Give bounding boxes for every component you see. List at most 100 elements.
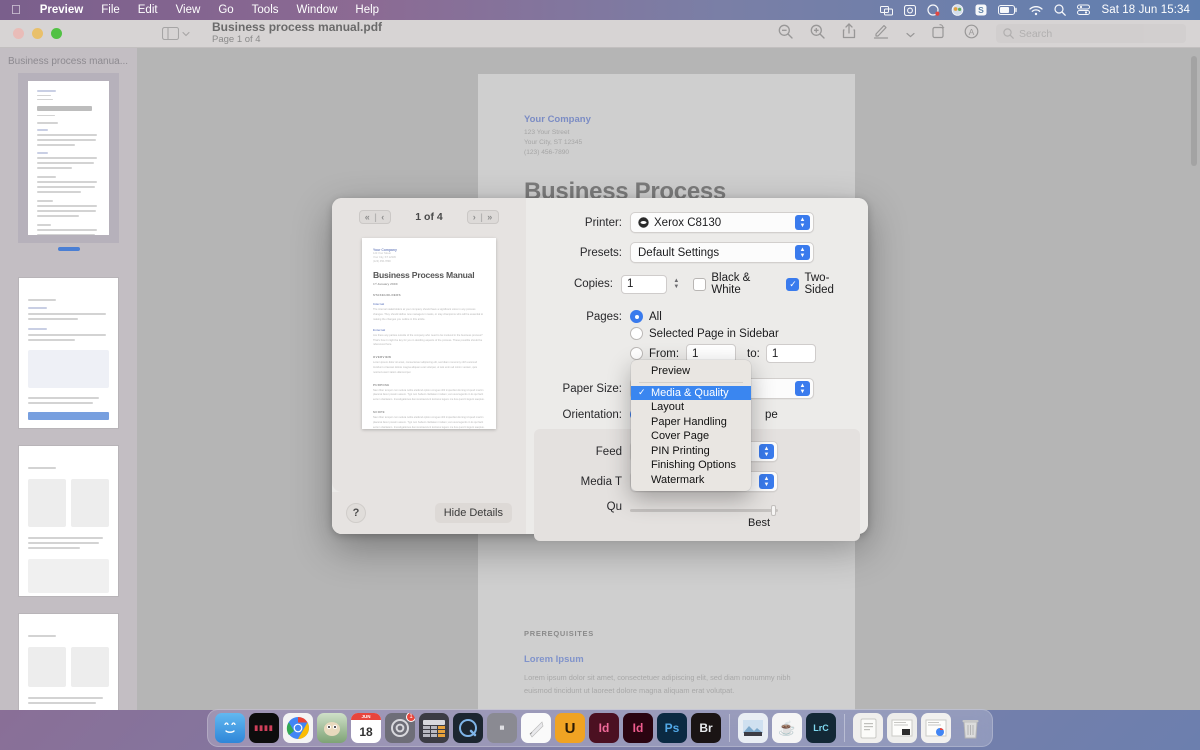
- radio-selected-icon: [630, 310, 643, 323]
- sidebar-view-icon[interactable]: [162, 27, 190, 40]
- menu-item-layout[interactable]: Layout: [631, 400, 751, 415]
- menu-item-window[interactable]: Window: [288, 0, 347, 20]
- dock-item-affinity[interactable]: U: [555, 713, 585, 743]
- spotlight-search-icon[interactable]: [1054, 4, 1067, 16]
- dock-item-bridge[interactable]: Br: [691, 713, 721, 743]
- dock-item-photoshop[interactable]: Ps: [657, 713, 687, 743]
- minimize-button[interactable]: [32, 28, 43, 39]
- presets-select[interactable]: Default Settings ▲ ▼: [630, 242, 814, 263]
- dock-item-trash[interactable]: [955, 713, 985, 743]
- svg-text:S: S: [979, 5, 985, 15]
- print-preview-pager: « | ‹ 1 of 4 › | »: [358, 210, 500, 224]
- doc-section-prerequisites: PREREQUISITES: [524, 628, 594, 638]
- chevron-updown-icon[interactable]: ▲ ▼: [795, 245, 810, 260]
- quality-slider[interactable]: [630, 501, 778, 519]
- zoom-out-icon[interactable]: [778, 24, 793, 44]
- pages-to-input[interactable]: 1: [765, 344, 816, 363]
- markup-pen-icon[interactable]: [873, 23, 889, 44]
- dock-item-documents-stack[interactable]: [853, 713, 883, 743]
- presets-row: Presets: Default Settings ▲ ▼: [526, 242, 852, 263]
- menu-item-label: Media & Quality: [651, 386, 729, 399]
- user-switch-icon[interactable]: [951, 4, 964, 16]
- thumbnail-item-1[interactable]: [0, 73, 137, 277]
- thumbnail-item-3[interactable]: [0, 445, 137, 613]
- preview-date: 1ˢᵗ January 20XX: [373, 282, 398, 287]
- dock-item-lightroom[interactable]: LrC: [806, 713, 836, 743]
- menu-item-file[interactable]: File: [92, 0, 129, 20]
- menu-item-help[interactable]: Help: [346, 0, 388, 20]
- dropbox-icon[interactable]: [927, 4, 940, 16]
- menu-item-view[interactable]: View: [167, 0, 210, 20]
- dock-item-downloads-stack[interactable]: [887, 713, 917, 743]
- black-white-checkbox[interactable]: Black & White: [693, 272, 774, 296]
- dock-item-quicktime[interactable]: [453, 713, 483, 743]
- printer-select[interactable]: Xerox C8130 ▲ ▼: [630, 212, 814, 233]
- menu-item-cover-page[interactable]: Cover Page: [631, 429, 751, 444]
- menu-item-paper-handling[interactable]: Paper Handling: [631, 415, 751, 430]
- pages-radio-from[interactable]: From:: [630, 347, 679, 360]
- print-options-popup-menu[interactable]: Preview ✓ Media & Quality Layout Paper H…: [631, 360, 751, 491]
- media-type-label: Media T: [580, 475, 622, 488]
- menu-item-media-quality[interactable]: ✓ Media & Quality: [631, 385, 751, 400]
- annotate-icon[interactable]: A: [964, 24, 979, 44]
- dock-item-notes[interactable]: [521, 713, 551, 743]
- dock-item-indesign-2[interactable]: Id: [623, 713, 653, 743]
- menu-item-finishing-options[interactable]: Finishing Options: [631, 458, 751, 473]
- zoom-in-icon[interactable]: [810, 24, 825, 44]
- menu-item-tools[interactable]: Tools: [243, 0, 288, 20]
- first-prev-page-button[interactable]: « | ‹: [358, 210, 392, 224]
- menu-item-edit[interactable]: Edit: [129, 0, 167, 20]
- dock-item-chrome[interactable]: [283, 713, 313, 743]
- help-button[interactable]: ?: [346, 503, 366, 523]
- menu-bar-clock[interactable]: Sat 18 Jun 15:34: [1101, 4, 1190, 16]
- display-icon[interactable]: [904, 4, 917, 16]
- menu-item-watermark[interactable]: Watermark: [631, 473, 751, 488]
- dock-item-finder[interactable]: [215, 713, 245, 743]
- dock-item-java[interactable]: ☕: [772, 713, 802, 743]
- pages-radio-all[interactable]: All: [630, 310, 662, 323]
- battery-icon[interactable]: [998, 5, 1018, 15]
- rotate-icon[interactable]: [932, 23, 947, 44]
- copies-input[interactable]: 1: [620, 274, 668, 294]
- menu-item-pin-printing[interactable]: PIN Printing: [631, 444, 751, 459]
- dock-item-preview[interactable]: [738, 713, 768, 743]
- dock-item-gimp[interactable]: [317, 713, 347, 743]
- thumbnail-item-2[interactable]: [0, 277, 137, 445]
- hide-details-button[interactable]: Hide Details: [434, 503, 512, 523]
- close-button[interactable]: [13, 28, 24, 39]
- dock-item-indesign[interactable]: Id: [589, 713, 619, 743]
- search-input[interactable]: Search: [996, 24, 1186, 43]
- copies-stepper[interactable]: ▲ ▼: [671, 275, 681, 294]
- chevron-down-icon[interactable]: [906, 25, 915, 43]
- dock-item-calculator[interactable]: [419, 713, 449, 743]
- dock-item-calendar[interactable]: JUN 18: [351, 713, 381, 743]
- dock-item-xcode[interactable]: ▦: [487, 713, 517, 743]
- checkbox-unchecked-icon: [693, 277, 707, 291]
- wifi-icon[interactable]: [1029, 5, 1044, 16]
- shield-s-icon[interactable]: S: [975, 4, 987, 16]
- search-placeholder: Search: [1019, 27, 1053, 40]
- menu-item-preview[interactable]: Preview: [631, 364, 751, 379]
- screen-mirroring-icon[interactable]: [880, 5, 894, 16]
- next-last-page-button[interactable]: › | »: [466, 210, 500, 224]
- vertical-scrollbar[interactable]: [1191, 56, 1197, 166]
- chevron-updown-icon[interactable]: ▲ ▼: [795, 381, 810, 396]
- maximize-button[interactable]: [51, 28, 62, 39]
- dock-item-terminal[interactable]: ▮▮▮▮: [249, 713, 279, 743]
- chevron-updown-icon[interactable]: ▲ ▼: [795, 215, 810, 230]
- control-center-icon[interactable]: [1077, 4, 1091, 16]
- presets-label: Presets:: [579, 246, 622, 259]
- page-counter: 1 of 4: [415, 211, 443, 223]
- two-sided-checkbox[interactable]: ✓ Two-Sided: [786, 272, 852, 296]
- menu-item-go[interactable]: Go: [209, 0, 242, 20]
- chevron-updown-icon[interactable]: ▲ ▼: [759, 444, 774, 459]
- chevron-updown-icon[interactable]: ▲ ▼: [759, 474, 774, 489]
- menu-item-preview[interactable]: Preview: [31, 0, 92, 20]
- thumbnail-sidebar[interactable]: Business process manua...: [0, 48, 137, 710]
- dock-item-recent-stack[interactable]: [921, 713, 951, 743]
- dock-item-settings[interactable]: 1: [385, 713, 415, 743]
- share-icon[interactable]: [842, 23, 856, 44]
- apple-logo-icon[interactable]: : [0, 0, 31, 20]
- thumbnail-item-4[interactable]: [0, 613, 137, 710]
- pages-radio-selected-page[interactable]: Selected Page in Sidebar: [630, 327, 779, 340]
